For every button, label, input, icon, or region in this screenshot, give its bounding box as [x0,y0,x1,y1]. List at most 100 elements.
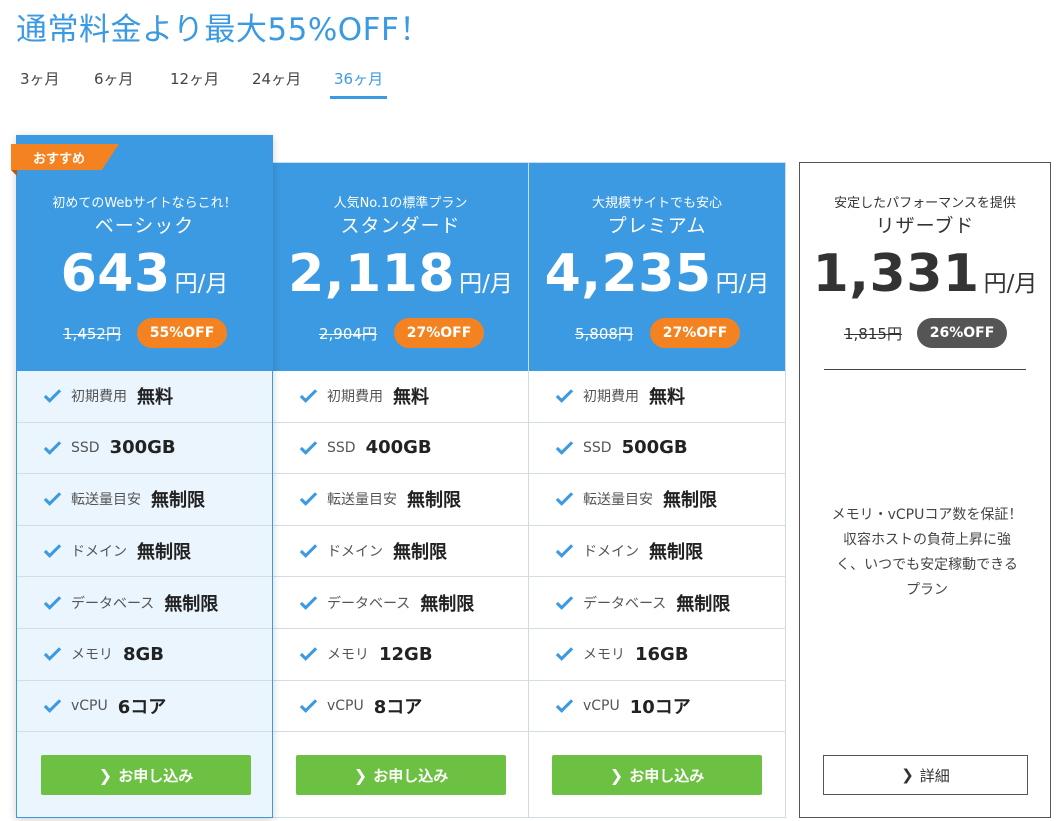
plan-tagline: 安定したパフォーマンスを提供 [834,196,1016,211]
check-icon [43,699,62,713]
check-icon [299,389,318,404]
apply-button[interactable]: ❯ お申し込み [296,755,506,795]
price-amount: 4,235 [544,244,712,304]
plan-header: 人気No.1の標準プラン スタンダード 2,118 円/月 2,904円 27%O… [273,163,528,371]
feature-row: SSD 300GB [17,423,272,475]
feature-label: vCPU [583,697,620,714]
feature-value: 無料 [393,387,429,409]
original-price: 1,815円 [844,325,902,343]
check-icon [555,389,574,404]
feature-row: vCPU 8コア [273,681,528,733]
discount-badge: 26%OFF [917,318,1007,348]
feature-value: 無制限 [164,593,219,615]
price-unit: 円/月 [459,271,513,297]
apply-button[interactable]: ❯ お申し込み [552,755,762,795]
feature-value: 無制限 [137,542,191,564]
feature-list: 初期費用 無料 SSD 400GB 転送量目安 無制限 ドメイン 無制限 データベース無… [273,371,528,733]
check-icon [555,492,574,507]
plan-name: ベーシック [94,215,195,237]
feature-row: ドメイン 無制限 [273,526,528,578]
plan-header: おすすめ 初めてのWebサイトならこれ！ ベーシック 643 円/月 1,452円… [11,136,272,371]
feature-value: 無制限 [407,490,461,512]
recommended-ribbon: おすすめ [11,144,119,170]
check-icon [43,647,62,662]
feature-label: 転送量目安 [583,492,653,509]
feature-label: データベース [583,595,667,612]
plan-price: 1,331 円/月 [800,244,1050,304]
tab-12-months[interactable]: 12ヶ月 [166,68,223,99]
price-amount: 643 [60,244,171,304]
feature-value: 無制限 [393,542,447,564]
plan-price: 4,235 円/月 [529,244,785,304]
check-icon [43,492,62,507]
feature-label: 初期費用 [583,389,639,406]
feature-row: データベース 無制限 [273,577,528,629]
tab-24-months[interactable]: 24ヶ月 [248,68,305,99]
feature-value: 無料 [649,387,685,409]
apply-button-label: お申し込み [373,766,449,785]
price-amount: 2,118 [288,244,456,304]
feature-row: データベース 無制限 [529,577,785,629]
feature-row: メモリ 16GB [529,629,785,681]
feature-row: 初期費用 無料 [529,371,785,423]
apply-button-label: お申し込み [118,766,194,785]
feature-value: 無制限 [663,490,717,512]
check-icon [555,441,574,455]
plan-price: 2,118 円/月 [273,244,528,304]
feature-row: 転送量目安 無制限 [273,474,528,526]
discount-badge: 27%OFF [650,318,740,348]
plan-card-premium: 大規模サイトでも安心 プレミアム 4,235 円/月 5,808円 27%OFF … [528,162,786,818]
feature-label: ドメイン [327,544,383,561]
feature-label: SSD [583,439,612,456]
feature-label: メモリ [327,647,369,664]
feature-value: 無制限 [151,490,205,512]
tab-36-months[interactable]: 36ヶ月 [330,68,388,99]
feature-value: 8コア [373,696,423,718]
feature-value: 8GB [123,643,165,665]
tab-3-months[interactable]: 3ヶ月 [16,68,64,99]
details-button[interactable]: ❯ 詳細 [823,755,1028,795]
original-price: 1,452円 [63,325,121,343]
plan-card-reserved: 安定したパフォーマンスを提供 リザーブド 1,331 円/月 1,815円 26%… [799,162,1051,818]
plan-tagline: 大規模サイトでも安心 [591,196,722,211]
check-icon [43,441,62,455]
feature-label: vCPU [71,697,108,714]
ribbon-fold [11,170,17,176]
plan-name: スタンダード [340,215,461,237]
tab-6-months[interactable]: 6ヶ月 [90,68,138,99]
feature-label: ドメイン [71,544,127,561]
chevron-right-icon: ❯ [609,765,624,785]
feature-value: 無制限 [676,593,731,615]
feature-label: 初期費用 [327,389,383,406]
plan-price: 643 円/月 [17,244,272,304]
feature-row: メモリ 12GB [273,629,528,681]
price-unit: 円/月 [174,271,229,297]
plan-card-standard: 人気No.1の標準プラン スタンダード 2,118 円/月 2,904円 27%O… [272,162,529,818]
feature-list: 初期費用 無料 SSD 500GB 転送量目安 無制限 ドメイン 無制限 データベース無… [529,371,785,733]
check-icon [555,544,574,558]
apply-button[interactable]: ❯ お申し込み [41,755,251,795]
check-icon [43,544,62,558]
feature-row: ドメイン 無制限 [529,526,785,578]
feature-value: 500GB [621,437,688,459]
feature-label: SSD [71,439,100,456]
discount-badge: 27%OFF [394,318,484,348]
feature-label: 初期費用 [71,389,127,406]
feature-row: メモリ 8GB [17,629,272,681]
price-amount: 1,331 [812,244,980,304]
feature-row: SSD 400GB [273,423,528,475]
check-icon [299,441,318,455]
feature-value: 400GB [365,437,432,459]
original-price: 5,808円 [575,325,633,343]
apply-button-label: お申し込み [629,766,705,785]
plan-description: メモリ・vCPUコア数を保証！収容ホストの負荷上昇に強く、いつでも安定稼動できる… [831,507,1023,598]
feature-row: 初期費用 無料 [273,371,528,423]
check-icon [299,699,318,713]
feature-row: 転送量目安 無制限 [17,474,272,526]
check-icon [555,647,574,662]
check-icon [299,647,318,662]
plan-card-basic: おすすめ 初めてのWebサイトならこれ！ ベーシック 643 円/月 1,452円… [11,135,273,818]
feature-label: メモリ [583,647,625,664]
check-icon [43,389,62,404]
divider [824,369,1026,370]
